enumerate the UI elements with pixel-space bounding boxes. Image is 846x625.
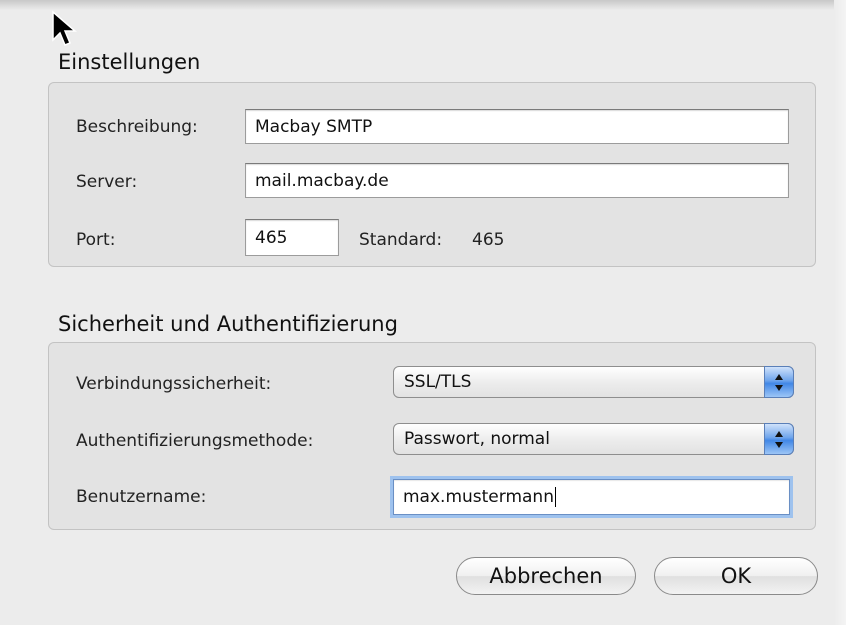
connection-security-value: SSL/TLS: [404, 372, 472, 392]
port-label: Port:: [76, 230, 116, 250]
up-down-arrows-icon: [775, 374, 783, 391]
username-value: max.mustermann: [403, 487, 554, 507]
connection-security-label: Verbindungssicherheit:: [76, 374, 272, 394]
up-down-arrows-icon: [775, 431, 783, 448]
server-field[interactable]: mail.macbay.de: [245, 163, 789, 198]
port-value: 465: [255, 227, 288, 248]
port-field[interactable]: 465: [245, 219, 339, 256]
description-value: Macbay SMTP: [255, 116, 373, 137]
connection-security-popup[interactable]: SSL/TLS: [393, 366, 794, 398]
text-caret: [554, 487, 556, 507]
section-title-settings: Einstellungen: [58, 50, 201, 74]
auth-method-label: Authentifizierungsmethode:: [76, 431, 314, 451]
default-port-label: Standard:: [359, 230, 443, 250]
cancel-button[interactable]: Abbrechen: [456, 557, 636, 595]
server-value: mail.macbay.de: [255, 170, 389, 191]
server-label: Server:: [76, 172, 138, 192]
default-port-value: 465: [472, 230, 505, 250]
username-field[interactable]: max.mustermann: [393, 479, 790, 515]
auth-stepper: [764, 423, 794, 455]
auth-method-popup[interactable]: Passwort, normal: [393, 423, 794, 455]
ok-button[interactable]: OK: [654, 557, 818, 595]
auth-method-value: Passwort, normal: [404, 429, 550, 449]
window-top-shadow: [0, 0, 846, 10]
window-right-edge: [834, 0, 846, 625]
connection-stepper: [764, 366, 794, 398]
description-field[interactable]: Macbay SMTP: [245, 109, 789, 144]
description-label: Beschreibung:: [76, 117, 198, 137]
section-title-security: Sicherheit und Authentifizierung: [58, 312, 398, 336]
arrow-cursor-icon: [52, 10, 78, 46]
username-label: Benutzername:: [76, 487, 207, 507]
